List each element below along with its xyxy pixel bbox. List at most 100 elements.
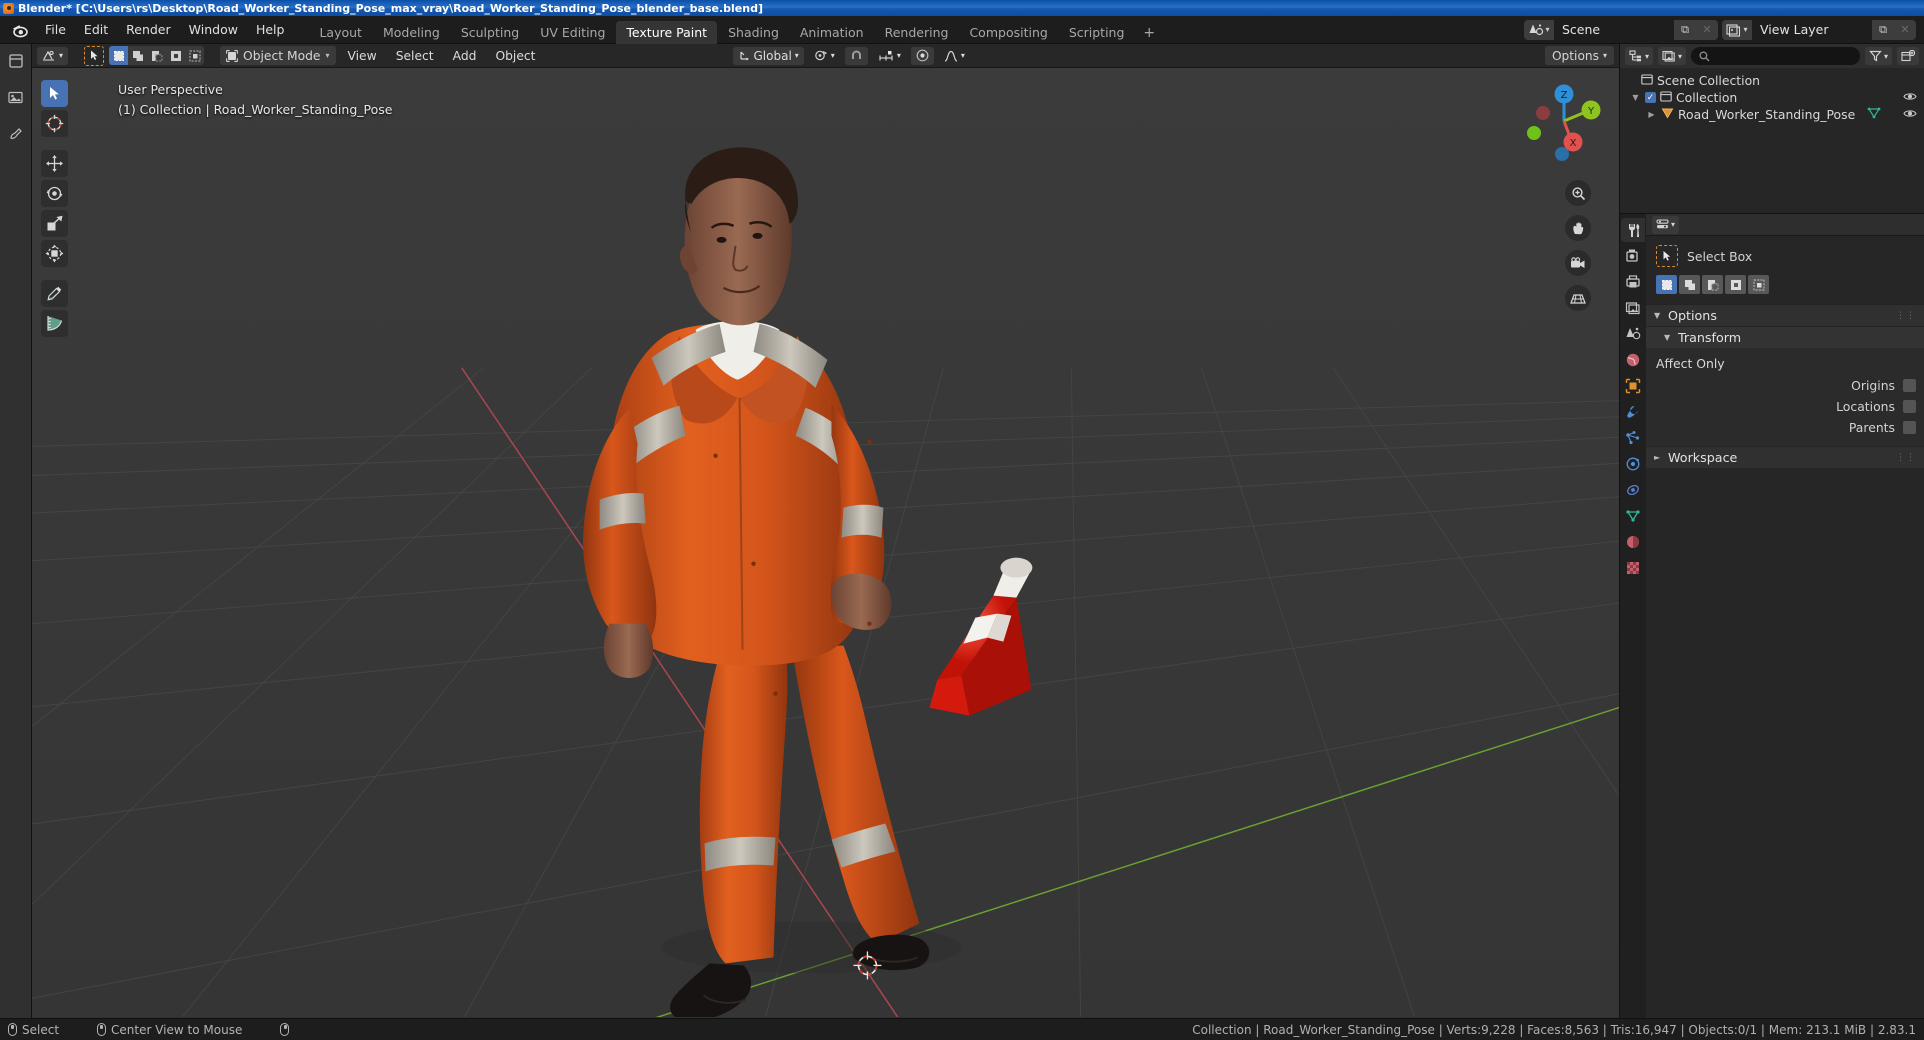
mode-intersect-icon[interactable] [1748, 275, 1769, 294]
panel-header-workspace[interactable]: ► Workspace ⋮⋮ [1646, 446, 1924, 468]
move-tool[interactable] [41, 150, 68, 177]
cursor-tool[interactable] [41, 110, 68, 137]
affect-locations-checkbox[interactable] [1903, 400, 1916, 413]
mesh-data-icon[interactable] [1867, 107, 1881, 122]
expand-triangle-icon[interactable]: ▶ [1646, 110, 1657, 119]
pan-hand-icon[interactable] [1565, 215, 1591, 241]
workspace-tab-rendering[interactable]: Rendering [875, 21, 959, 44]
proportional-falloff-icon[interactable]: ▾ [939, 47, 970, 65]
select-invert-icon[interactable] [166, 46, 185, 65]
filter-funnel-icon[interactable]: ▾ [1864, 47, 1892, 65]
select-subtract-icon[interactable] [147, 46, 166, 65]
transform-orientation-dropdown[interactable]: Global ▾ [732, 46, 804, 65]
properties-tab-constraints[interactable] [1621, 478, 1645, 502]
transform-tool[interactable] [41, 240, 68, 267]
annotate-tool[interactable] [41, 280, 68, 307]
mode-extend-icon[interactable] [1679, 275, 1700, 294]
brush-icon[interactable] [5, 122, 27, 144]
viewport-canvas[interactable]: User Perspective (1) Collection | Road_W… [32, 68, 1619, 1018]
filter-id-icon[interactable]: ▾ [1658, 47, 1687, 65]
menu-render[interactable]: Render [117, 19, 180, 40]
select-set-icon[interactable] [109, 46, 129, 65]
properties-tab-object-data[interactable] [1621, 504, 1645, 528]
properties-tab-particles[interactable] [1621, 426, 1645, 450]
navigation-gizmo[interactable]: Z Y X [1521, 78, 1607, 164]
panel-header-options[interactable]: ▼ Options ⋮⋮ [1646, 304, 1924, 326]
unlink-scene-button[interactable]: ✕ [1696, 19, 1718, 40]
measure-tool[interactable] [41, 310, 68, 337]
workspace-tab-uv-editing[interactable]: UV Editing [530, 21, 615, 44]
mode-set-icon[interactable] [1656, 275, 1677, 294]
panel-grip-icon[interactable]: ⋮⋮ [1896, 311, 1916, 321]
affect-origins-row[interactable]: Origins [1646, 375, 1924, 396]
rotate-tool[interactable] [41, 180, 68, 207]
scene-name[interactable]: Scene [1554, 19, 1674, 40]
properties-tab-output[interactable] [1621, 270, 1645, 294]
outliner-row-road-worker-standing-pose[interactable]: ▶ Road_Worker_Standing_Pose [1620, 106, 1924, 123]
add-workspace-button[interactable]: + [1135, 22, 1163, 44]
workspace-tab-shading[interactable]: Shading [718, 21, 789, 44]
visibility-eye-icon[interactable] [1903, 107, 1917, 122]
remove-view-layer-button[interactable]: ✕ [1894, 19, 1916, 40]
camera-icon[interactable] [1565, 250, 1591, 276]
outliner-row-collection[interactable]: ▼ ✓ Collection [1620, 89, 1924, 106]
interaction-mode-dropdown[interactable]: Object Mode ▾ [220, 46, 336, 65]
affect-locations-row[interactable]: Locations [1646, 396, 1924, 417]
workspace-tab-modeling[interactable]: Modeling [373, 21, 450, 44]
panel-header-transform[interactable]: ▼ Transform [1646, 326, 1924, 348]
select-box-icon[interactable] [1656, 245, 1678, 267]
outliner-search-input[interactable] [1691, 47, 1860, 65]
workspace-tab-animation[interactable]: Animation [790, 21, 874, 44]
properties-tab-world[interactable] [1621, 348, 1645, 372]
orthographic-grid-icon[interactable] [1565, 285, 1591, 311]
view-layer-name[interactable]: View Layer [1752, 19, 1872, 40]
properties-tab-view-layer[interactable] [1621, 296, 1645, 320]
properties-tab-tool[interactable] [1621, 218, 1645, 242]
viewport-menu-add[interactable]: Add [446, 47, 484, 65]
pivot-point-icon[interactable]: ▾ [809, 47, 840, 65]
affect-origins-checkbox[interactable] [1903, 379, 1916, 392]
image-editor-icon[interactable] [5, 86, 27, 108]
mode-subtract-icon[interactable] [1702, 275, 1723, 294]
scene-selector[interactable]: ▾ Scene ⧉ ✕ [1524, 19, 1718, 40]
menu-window[interactable]: Window [180, 19, 247, 40]
properties-tab-modifiers[interactable] [1621, 400, 1645, 424]
menu-help[interactable]: Help [247, 19, 294, 40]
snap-magnet-icon[interactable] [844, 46, 868, 65]
expand-triangle-icon[interactable]: ▼ [1630, 93, 1641, 102]
mode-invert-icon[interactable] [1725, 275, 1746, 294]
viewport-options-dropdown[interactable]: Options ▾ [1544, 46, 1614, 65]
snap-target-icon[interactable]: ▾ [873, 47, 906, 65]
menu-file[interactable]: File [36, 19, 75, 40]
workspace-tab-compositing[interactable]: Compositing [959, 21, 1057, 44]
active-tool-select-box-icon[interactable] [84, 45, 105, 66]
select-extend-icon[interactable] [128, 46, 147, 65]
properties-tab-scene[interactable] [1621, 322, 1645, 346]
menu-edit[interactable]: Edit [75, 19, 117, 40]
properties-tab-texture[interactable] [1621, 556, 1645, 580]
collection-checkbox[interactable]: ✓ [1645, 92, 1656, 103]
properties-editor-icon[interactable]: ▾ [1652, 215, 1680, 234]
affect-parents-checkbox[interactable] [1903, 421, 1916, 434]
workspace-tab-texture-paint[interactable]: Texture Paint [616, 20, 718, 44]
affect-parents-row[interactable]: Parents [1646, 417, 1924, 438]
scale-tool[interactable] [41, 210, 68, 237]
view-layer-selector[interactable]: ▾ View Layer ⧉ ✕ [1722, 19, 1916, 40]
properties-tab-object[interactable] [1621, 374, 1645, 398]
editor-type-icon[interactable] [5, 50, 27, 72]
properties-tab-material[interactable] [1621, 530, 1645, 554]
new-collection-icon[interactable] [1897, 47, 1919, 65]
proportional-editing-icon[interactable] [910, 46, 934, 65]
workspace-tab-scripting[interactable]: Scripting [1059, 21, 1135, 44]
outliner-row-scene-collection[interactable]: Scene Collection [1620, 72, 1924, 89]
properties-tab-physics[interactable] [1621, 452, 1645, 476]
zoom-icon[interactable] [1565, 180, 1591, 206]
workspace-tab-sculpting[interactable]: Sculpting [451, 21, 529, 44]
properties-tab-render[interactable] [1621, 244, 1645, 268]
viewport-menu-view[interactable]: View [341, 47, 384, 65]
blender-logo-icon[interactable] [10, 20, 30, 40]
select-mode-buttons[interactable] [109, 46, 205, 65]
viewport-menu-object[interactable]: Object [488, 47, 542, 65]
viewport-menu-select[interactable]: Select [389, 47, 441, 65]
new-view-layer-button[interactable]: ⧉ [1872, 19, 1894, 40]
